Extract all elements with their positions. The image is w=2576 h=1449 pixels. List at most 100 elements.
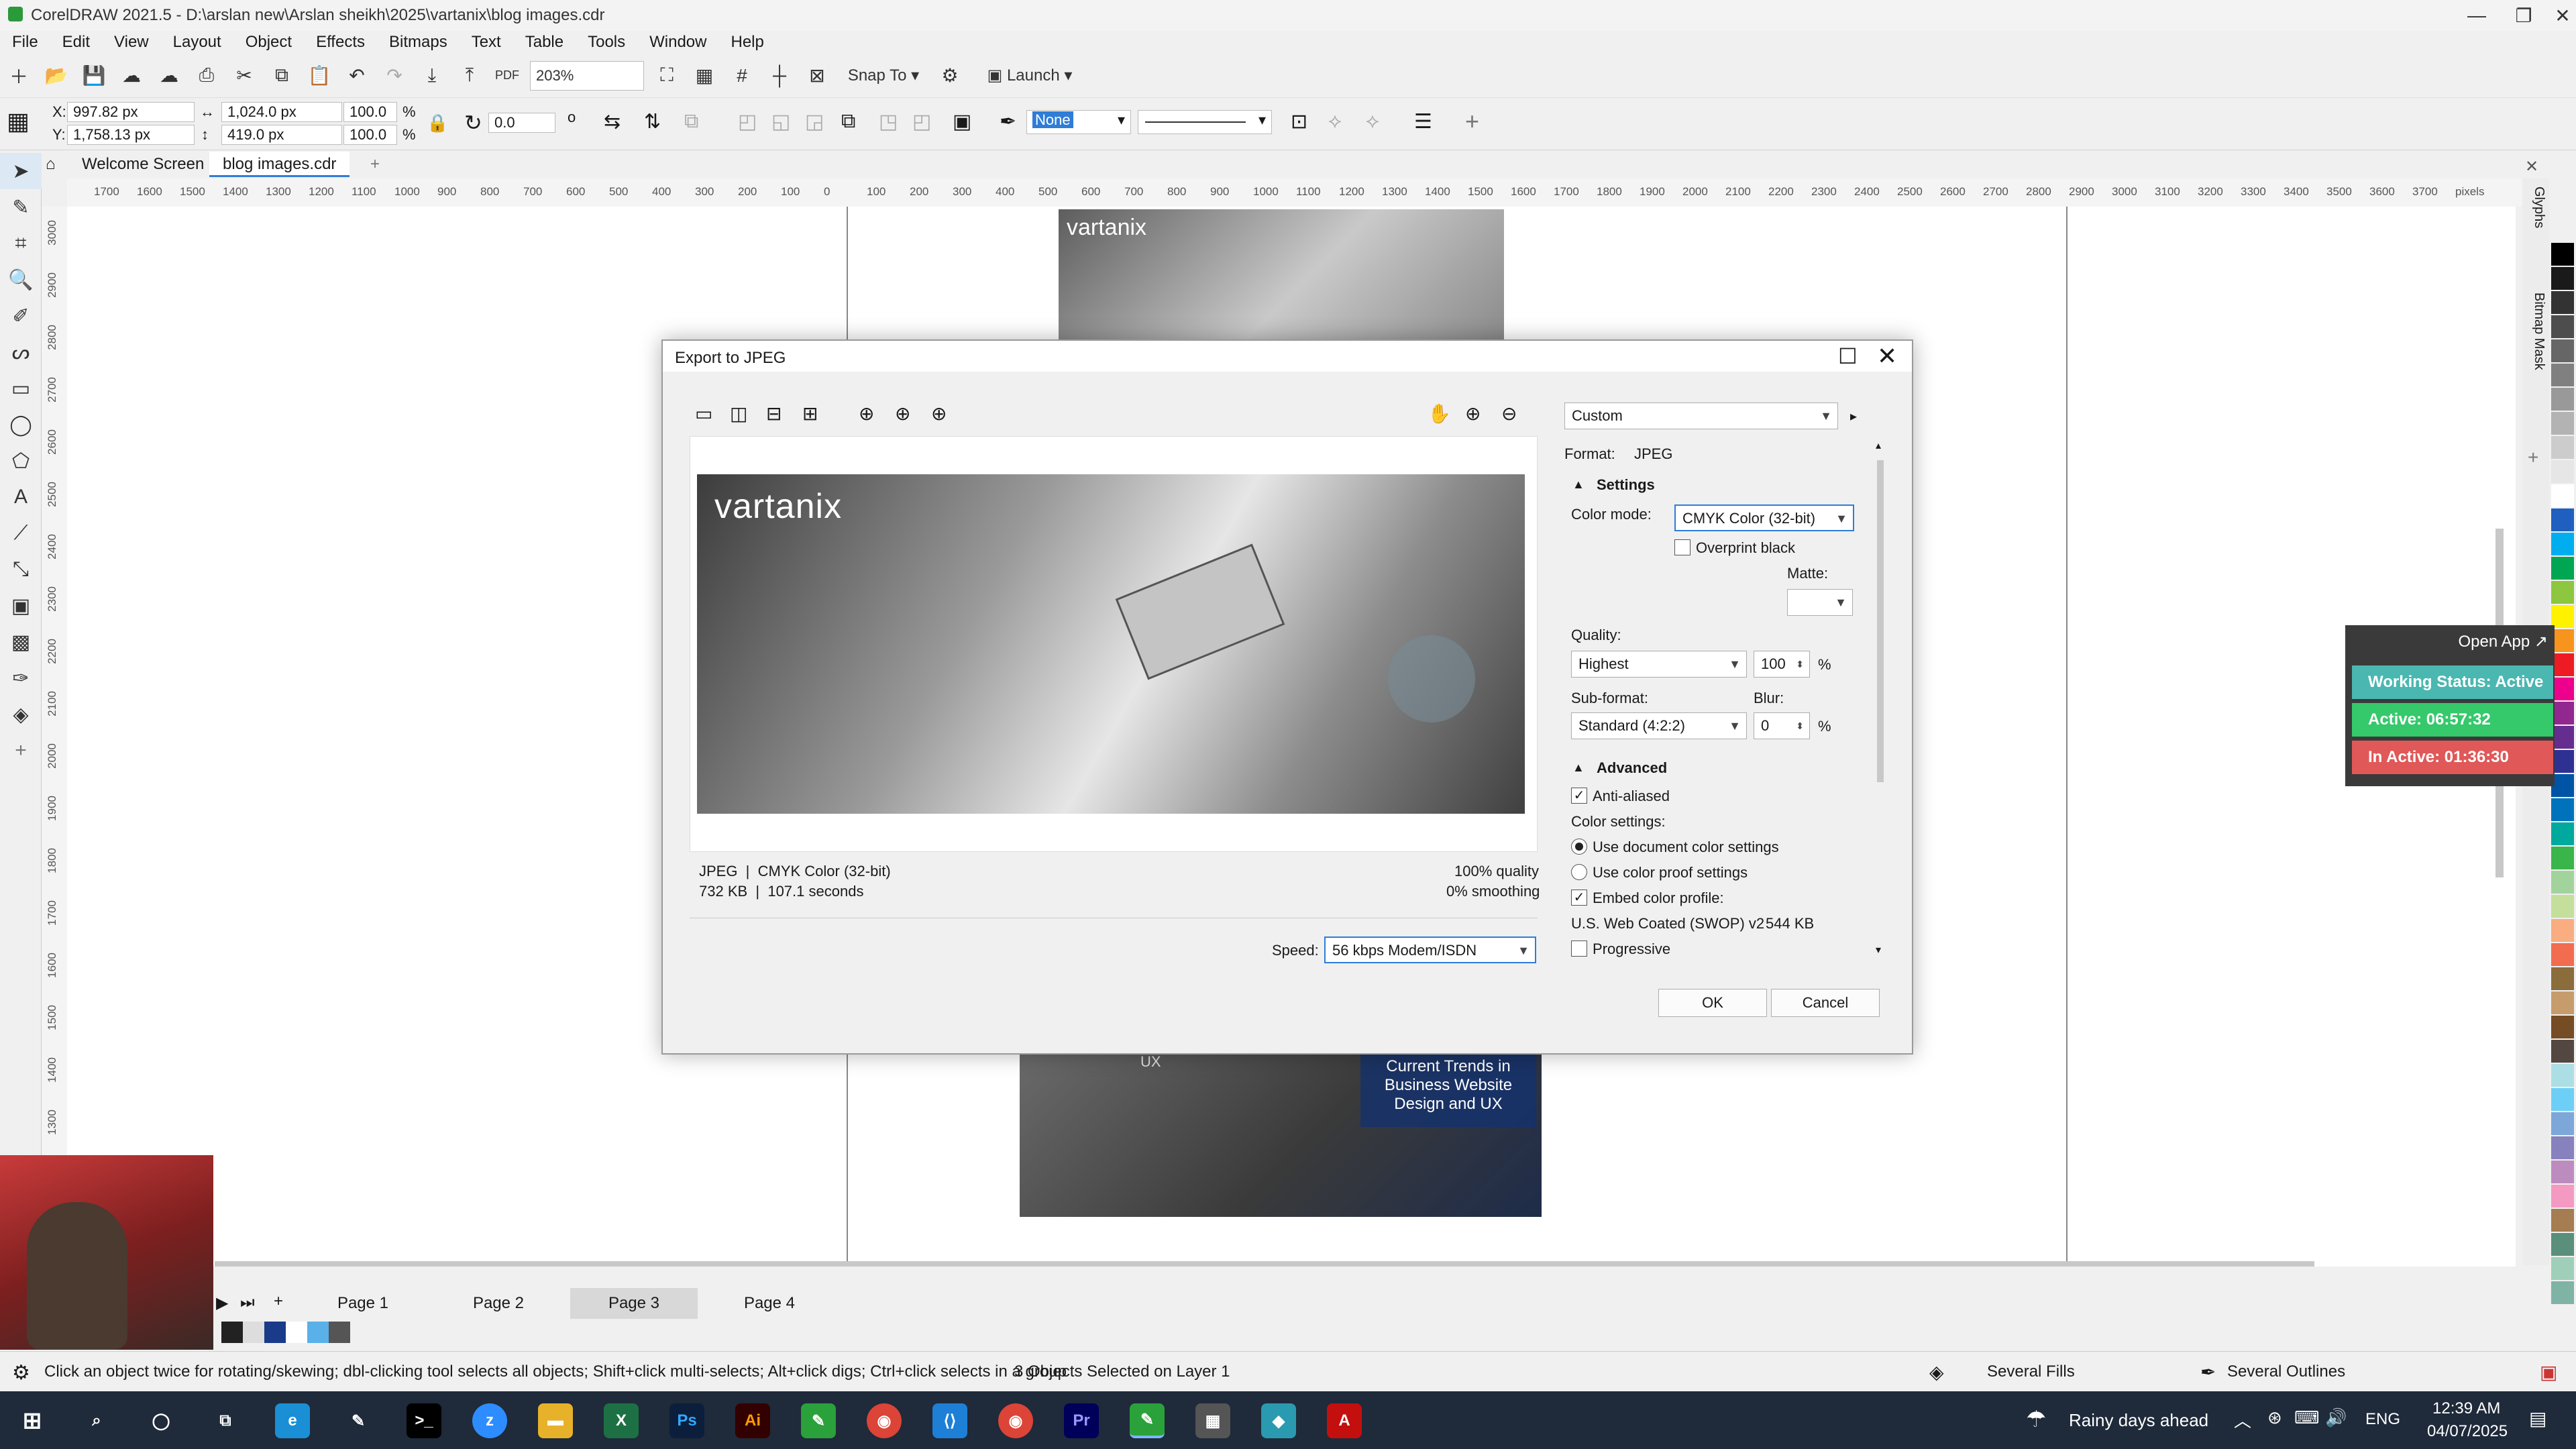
quality-spinner-icon[interactable]: ⬍: [1796, 651, 1804, 677]
network-icon[interactable]: ⌨: [2294, 1407, 2320, 1428]
search-icon[interactable]: ⌕: [79, 1403, 114, 1438]
palette-swatch[interactable]: [2551, 943, 2574, 966]
palette-swatch[interactable]: [2551, 1136, 2574, 1159]
vscode-icon[interactable]: ⟨⟩: [932, 1403, 967, 1438]
progressive-checkbox[interactable]: [1571, 941, 1587, 957]
menu-text[interactable]: Text: [460, 33, 513, 52]
status-gear-icon[interactable]: ⚙: [12, 1361, 30, 1385]
object-origin-icon[interactable]: ▦: [7, 107, 30, 136]
settings-scrollbar[interactable]: ▴ ▾: [1876, 440, 1885, 958]
palette-swatch[interactable]: [2551, 1281, 2574, 1304]
redo-icon[interactable]: ↷: [380, 61, 409, 91]
last-page-icon[interactable]: ⏭: [240, 1293, 255, 1312]
palette-swatch[interactable]: [2551, 460, 2574, 483]
menu-help[interactable]: Help: [718, 33, 775, 52]
palette-swatch[interactable]: [2551, 1257, 2574, 1280]
page-tab-3[interactable]: Page 3: [570, 1288, 698, 1319]
wrap-text-icon[interactable]: ⊡: [1291, 110, 1307, 133]
interactive-fill-tool-icon[interactable]: ◈: [0, 696, 42, 733]
trim-icon[interactable]: ◱: [771, 110, 790, 133]
palette-swatch[interactable]: [2551, 436, 2574, 459]
print-icon[interactable]: ⎙: [192, 61, 221, 91]
preset-dropdown[interactable]: Custom ▼: [1564, 402, 1838, 429]
overprint-black-checkbox[interactable]: [1674, 539, 1690, 555]
rotation-field[interactable]: 0.0: [488, 113, 555, 133]
close-window-button[interactable]: ✕: [2542, 0, 2576, 31]
snap-icon[interactable]: ⊠: [802, 61, 832, 91]
palette-swatch[interactable]: [2551, 629, 2574, 652]
palette-swatch[interactable]: [2551, 726, 2574, 749]
quality-number-field[interactable]: 100 ⬍: [1754, 651, 1810, 678]
weld-icon[interactable]: ◰: [738, 110, 757, 133]
menu-edit[interactable]: Edit: [50, 33, 102, 52]
grid-icon[interactable]: #: [727, 61, 757, 91]
palette-swatch[interactable]: [2551, 871, 2574, 894]
blur-field[interactable]: 0 ⬍: [1754, 712, 1810, 739]
clock-time[interactable]: 12:39 AM: [2432, 1399, 2500, 1418]
new-document-icon[interactable]: ＋: [4, 61, 34, 91]
clock-date[interactable]: 04/07/2025: [2427, 1422, 2508, 1441]
app-diamond-icon[interactable]: ◆: [1261, 1403, 1296, 1438]
export-icon[interactable]: ⤒: [455, 61, 484, 91]
palette-swatch[interactable]: [2551, 847, 2574, 869]
palette-swatch[interactable]: [2551, 291, 2574, 314]
add-docker-icon[interactable]: +: [2528, 447, 2538, 468]
blur-spinner-icon[interactable]: ⬍: [1796, 713, 1804, 739]
menu-view[interactable]: View: [102, 33, 161, 52]
palette-swatch[interactable]: [2551, 1161, 2574, 1183]
tray-app-icon[interactable]: ⊛: [2267, 1407, 2282, 1428]
drop-shadow-tool-icon[interactable]: ▣: [0, 588, 42, 624]
page-tab-1[interactable]: Page 1: [299, 1288, 427, 1319]
subformat-dropdown[interactable]: Standard (4:2:2) ▼: [1571, 712, 1747, 739]
palette-swatch[interactable]: [2551, 557, 2574, 580]
palette-swatch[interactable]: [2551, 388, 2574, 411]
cortana-icon[interactable]: ◯: [144, 1403, 178, 1438]
minimize-button[interactable]: —: [2457, 0, 2497, 31]
full-screen-icon[interactable]: ⛶: [652, 61, 682, 91]
quality-dropdown[interactable]: Highest ▼: [1571, 651, 1747, 678]
palette-swatch[interactable]: [2551, 1064, 2574, 1087]
dialog-close-icon[interactable]: ✕: [1877, 342, 1897, 370]
dialog-maximize-icon[interactable]: ☐: [1838, 343, 1858, 369]
palette-swatch[interactable]: [2551, 991, 2574, 1014]
preset-menu-icon[interactable]: ▸: [1850, 408, 1857, 425]
cancel-button[interactable]: Cancel: [1771, 989, 1880, 1017]
restore-button[interactable]: ❐: [2504, 0, 2544, 31]
to-curves-icon[interactable]: ⟡: [1328, 110, 1342, 133]
combine-icon[interactable]: ⧉: [841, 110, 855, 133]
photoshop-icon[interactable]: Ps: [669, 1403, 704, 1438]
artistic-media-tool-icon[interactable]: ᔕ: [0, 334, 42, 370]
advanced-collapse-icon[interactable]: ▲: [1572, 761, 1585, 775]
coreldraw-icon[interactable]: ✎: [801, 1403, 836, 1438]
embed-profile-checkbox[interactable]: ✓: [1571, 890, 1587, 906]
crop-tool-icon[interactable]: ⌗: [0, 225, 42, 262]
use-document-color-radio[interactable]: [1571, 839, 1587, 855]
color-manager-icon[interactable]: ▣: [2540, 1361, 2557, 1383]
back-minus-front-icon[interactable]: ◰: [912, 110, 931, 133]
width-field[interactable]: 1,024.0 px: [221, 102, 342, 122]
palette-swatch[interactable]: [2551, 1112, 2574, 1135]
menu-table[interactable]: Table: [513, 33, 576, 52]
palette-swatch[interactable]: [2551, 533, 2574, 555]
tab-welcome-screen[interactable]: Welcome Screen: [68, 152, 217, 177]
illustrator-icon[interactable]: Ai: [735, 1403, 770, 1438]
menu-file[interactable]: File: [0, 33, 50, 52]
speed-dropdown[interactable]: 56 kbps Modem/ISDN ▼: [1324, 936, 1536, 963]
cloud-icon[interactable]: ☁: [117, 61, 146, 91]
line-style-dropdown[interactable]: ▾: [1138, 110, 1272, 134]
palette-swatch[interactable]: [2551, 774, 2574, 797]
anti-aliased-checkbox[interactable]: ✓: [1571, 788, 1587, 804]
palette-swatch[interactable]: [2551, 653, 2574, 676]
palette-swatch[interactable]: [2551, 1233, 2574, 1256]
zoom-out-icon[interactable]: ⊖: [1501, 402, 1517, 425]
matte-color-dropdown[interactable]: ▼: [1787, 589, 1853, 616]
menu-tools[interactable]: Tools: [576, 33, 637, 52]
shape-tool-icon[interactable]: ✎: [0, 189, 42, 225]
color-mode-dropdown[interactable]: CMYK Color (32-bit) ▼: [1674, 504, 1854, 531]
parallel-dimension-tool-icon[interactable]: ⟋: [0, 515, 42, 551]
pick-tool-icon[interactable]: ➤: [0, 153, 42, 189]
terminal-icon[interactable]: >_: [407, 1403, 441, 1438]
options-gear-icon[interactable]: ⚙: [935, 61, 965, 91]
align-icon[interactable]: ☰: [1414, 110, 1432, 133]
save-icon[interactable]: 💾: [79, 61, 109, 91]
